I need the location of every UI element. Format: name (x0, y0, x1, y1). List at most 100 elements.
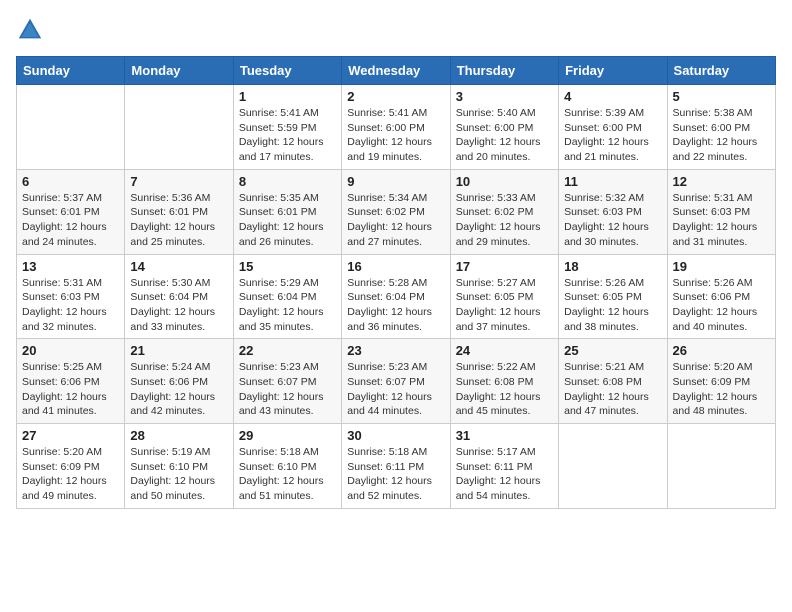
logo (16, 16, 48, 44)
day-detail: Sunrise: 5:20 AM Sunset: 6:09 PM Dayligh… (673, 360, 770, 419)
day-detail: Sunrise: 5:31 AM Sunset: 6:03 PM Dayligh… (673, 191, 770, 250)
week-row-2: 6Sunrise: 5:37 AM Sunset: 6:01 PM Daylig… (17, 169, 776, 254)
day-detail: Sunrise: 5:23 AM Sunset: 6:07 PM Dayligh… (347, 360, 444, 419)
day-detail: Sunrise: 5:21 AM Sunset: 6:08 PM Dayligh… (564, 360, 661, 419)
day-number: 1 (239, 89, 336, 104)
day-number: 14 (130, 259, 227, 274)
calendar-cell: 22 Sunrise: 5:23 AM Sunset: 6:07 PM Dayli… (233, 339, 341, 424)
day-detail: Sunrise: 5:39 AM Sunset: 6:00 PM Dayligh… (564, 106, 661, 165)
day-detail: Sunrise: 5:17 AM Sunset: 6:11 PM Dayligh… (456, 445, 553, 504)
calendar-cell: 3Sunrise: 5:40 AM Sunset: 6:00 PM Daylig… (450, 85, 558, 170)
calendar-cell: 14Sunrise: 5:30 AM Sunset: 6:04 PM Dayli… (125, 254, 233, 339)
day-number: 26 (673, 343, 770, 358)
day-number: 8 (239, 174, 336, 189)
day-detail: Sunrise: 5:23 AM Sunset: 6:07 PM Dayligh… (239, 360, 336, 419)
day-number: 18 (564, 259, 661, 274)
calendar-cell: 29Sunrise: 5:18 AM Sunset: 6:10 PM Dayli… (233, 424, 341, 509)
calendar-header-row: SundayMondayTuesdayWednesdayThursdayFrid… (17, 57, 776, 85)
calendar-cell: 21 Sunrise: 5:24 AM Sunset: 6:06 PM Dayli… (125, 339, 233, 424)
day-number: 17 (456, 259, 553, 274)
day-detail: Sunrise: 5:36 AM Sunset: 6:01 PM Dayligh… (130, 191, 227, 250)
header-saturday: Saturday (667, 57, 775, 85)
day-detail: Sunrise: 5:35 AM Sunset: 6:01 PM Dayligh… (239, 191, 336, 250)
calendar-cell: 24 Sunrise: 5:22 AM Sunset: 6:08 PM Dayli… (450, 339, 558, 424)
calendar-cell: 10 Sunrise: 5:33 AM Sunset: 6:02 PM Dayli… (450, 169, 558, 254)
day-detail: Sunrise: 5:32 AM Sunset: 6:03 PM Dayligh… (564, 191, 661, 250)
calendar-cell: 6Sunrise: 5:37 AM Sunset: 6:01 PM Daylig… (17, 169, 125, 254)
day-detail: Sunrise: 5:27 AM Sunset: 6:05 PM Dayligh… (456, 276, 553, 335)
day-number: 19 (673, 259, 770, 274)
header-wednesday: Wednesday (342, 57, 450, 85)
header-monday: Monday (125, 57, 233, 85)
day-number: 27 (22, 428, 119, 443)
calendar-cell: 17 Sunrise: 5:27 AM Sunset: 6:05 PM Dayli… (450, 254, 558, 339)
day-number: 12 (673, 174, 770, 189)
day-number: 31 (456, 428, 553, 443)
calendar-cell: 11Sunrise: 5:32 AM Sunset: 6:03 PM Dayli… (559, 169, 667, 254)
calendar-cell: 31 Sunrise: 5:17 AM Sunset: 6:11 PM Dayli… (450, 424, 558, 509)
calendar-cell: 2 Sunrise: 5:41 AM Sunset: 6:00 PM Daylig… (342, 85, 450, 170)
day-number: 2 (347, 89, 444, 104)
day-detail: Sunrise: 5:37 AM Sunset: 6:01 PM Dayligh… (22, 191, 119, 250)
day-detail: Sunrise: 5:26 AM Sunset: 6:05 PM Dayligh… (564, 276, 661, 335)
calendar-cell: 16 Sunrise: 5:28 AM Sunset: 6:04 PM Dayli… (342, 254, 450, 339)
day-detail: Sunrise: 5:33 AM Sunset: 6:02 PM Dayligh… (456, 191, 553, 250)
day-detail: Sunrise: 5:26 AM Sunset: 6:06 PM Dayligh… (673, 276, 770, 335)
calendar-cell: 1 Sunrise: 5:41 AM Sunset: 5:59 PM Daylig… (233, 85, 341, 170)
header-tuesday: Tuesday (233, 57, 341, 85)
day-detail: Sunrise: 5:25 AM Sunset: 6:06 PM Dayligh… (22, 360, 119, 419)
day-number: 7 (130, 174, 227, 189)
day-detail: Sunrise: 5:20 AM Sunset: 6:09 PM Dayligh… (22, 445, 119, 504)
calendar-cell: 28Sunrise: 5:19 AM Sunset: 6:10 PM Dayli… (125, 424, 233, 509)
calendar-cell: 20 Sunrise: 5:25 AM Sunset: 6:06 PM Dayli… (17, 339, 125, 424)
calendar: SundayMondayTuesdayWednesdayThursdayFrid… (16, 56, 776, 509)
calendar-cell: 5Sunrise: 5:38 AM Sunset: 6:00 PM Daylig… (667, 85, 775, 170)
day-number: 21 (130, 343, 227, 358)
calendar-cell: 26 Sunrise: 5:20 AM Sunset: 6:09 PM Dayli… (667, 339, 775, 424)
day-number: 23 (347, 343, 444, 358)
header-thursday: Thursday (450, 57, 558, 85)
week-row-3: 13Sunrise: 5:31 AM Sunset: 6:03 PM Dayli… (17, 254, 776, 339)
calendar-body: 1 Sunrise: 5:41 AM Sunset: 5:59 PM Daylig… (17, 85, 776, 509)
day-number: 15 (239, 259, 336, 274)
day-detail: Sunrise: 5:34 AM Sunset: 6:02 PM Dayligh… (347, 191, 444, 250)
header-sunday: Sunday (17, 57, 125, 85)
day-detail: Sunrise: 5:41 AM Sunset: 5:59 PM Dayligh… (239, 106, 336, 165)
calendar-cell: 9 Sunrise: 5:34 AM Sunset: 6:02 PM Daylig… (342, 169, 450, 254)
day-detail: Sunrise: 5:18 AM Sunset: 6:10 PM Dayligh… (239, 445, 336, 504)
day-number: 25 (564, 343, 661, 358)
calendar-cell: 15 Sunrise: 5:29 AM Sunset: 6:04 PM Dayli… (233, 254, 341, 339)
calendar-cell: 25 Sunrise: 5:21 AM Sunset: 6:08 PM Dayli… (559, 339, 667, 424)
day-number: 24 (456, 343, 553, 358)
day-detail: Sunrise: 5:22 AM Sunset: 6:08 PM Dayligh… (456, 360, 553, 419)
calendar-cell: 12 Sunrise: 5:31 AM Sunset: 6:03 PM Dayli… (667, 169, 775, 254)
day-detail: Sunrise: 5:29 AM Sunset: 6:04 PM Dayligh… (239, 276, 336, 335)
day-number: 13 (22, 259, 119, 274)
day-number: 28 (130, 428, 227, 443)
day-detail: Sunrise: 5:38 AM Sunset: 6:00 PM Dayligh… (673, 106, 770, 165)
calendar-cell: 19 Sunrise: 5:26 AM Sunset: 6:06 PM Dayli… (667, 254, 775, 339)
week-row-5: 27 Sunrise: 5:20 AM Sunset: 6:09 PM Dayli… (17, 424, 776, 509)
day-number: 30 (347, 428, 444, 443)
calendar-cell (17, 85, 125, 170)
day-number: 4 (564, 89, 661, 104)
calendar-cell: 23 Sunrise: 5:23 AM Sunset: 6:07 PM Dayli… (342, 339, 450, 424)
day-number: 22 (239, 343, 336, 358)
logo-icon (16, 16, 44, 44)
week-row-1: 1 Sunrise: 5:41 AM Sunset: 5:59 PM Daylig… (17, 85, 776, 170)
calendar-cell (559, 424, 667, 509)
calendar-cell: 13Sunrise: 5:31 AM Sunset: 6:03 PM Dayli… (17, 254, 125, 339)
day-number: 3 (456, 89, 553, 104)
calendar-cell (125, 85, 233, 170)
day-detail: Sunrise: 5:24 AM Sunset: 6:06 PM Dayligh… (130, 360, 227, 419)
day-detail: Sunrise: 5:28 AM Sunset: 6:04 PM Dayligh… (347, 276, 444, 335)
day-number: 10 (456, 174, 553, 189)
header-friday: Friday (559, 57, 667, 85)
day-detail: Sunrise: 5:41 AM Sunset: 6:00 PM Dayligh… (347, 106, 444, 165)
day-number: 16 (347, 259, 444, 274)
day-number: 20 (22, 343, 119, 358)
calendar-cell: 30Sunrise: 5:18 AM Sunset: 6:11 PM Dayli… (342, 424, 450, 509)
calendar-cell: 18 Sunrise: 5:26 AM Sunset: 6:05 PM Dayli… (559, 254, 667, 339)
calendar-cell (667, 424, 775, 509)
day-number: 9 (347, 174, 444, 189)
